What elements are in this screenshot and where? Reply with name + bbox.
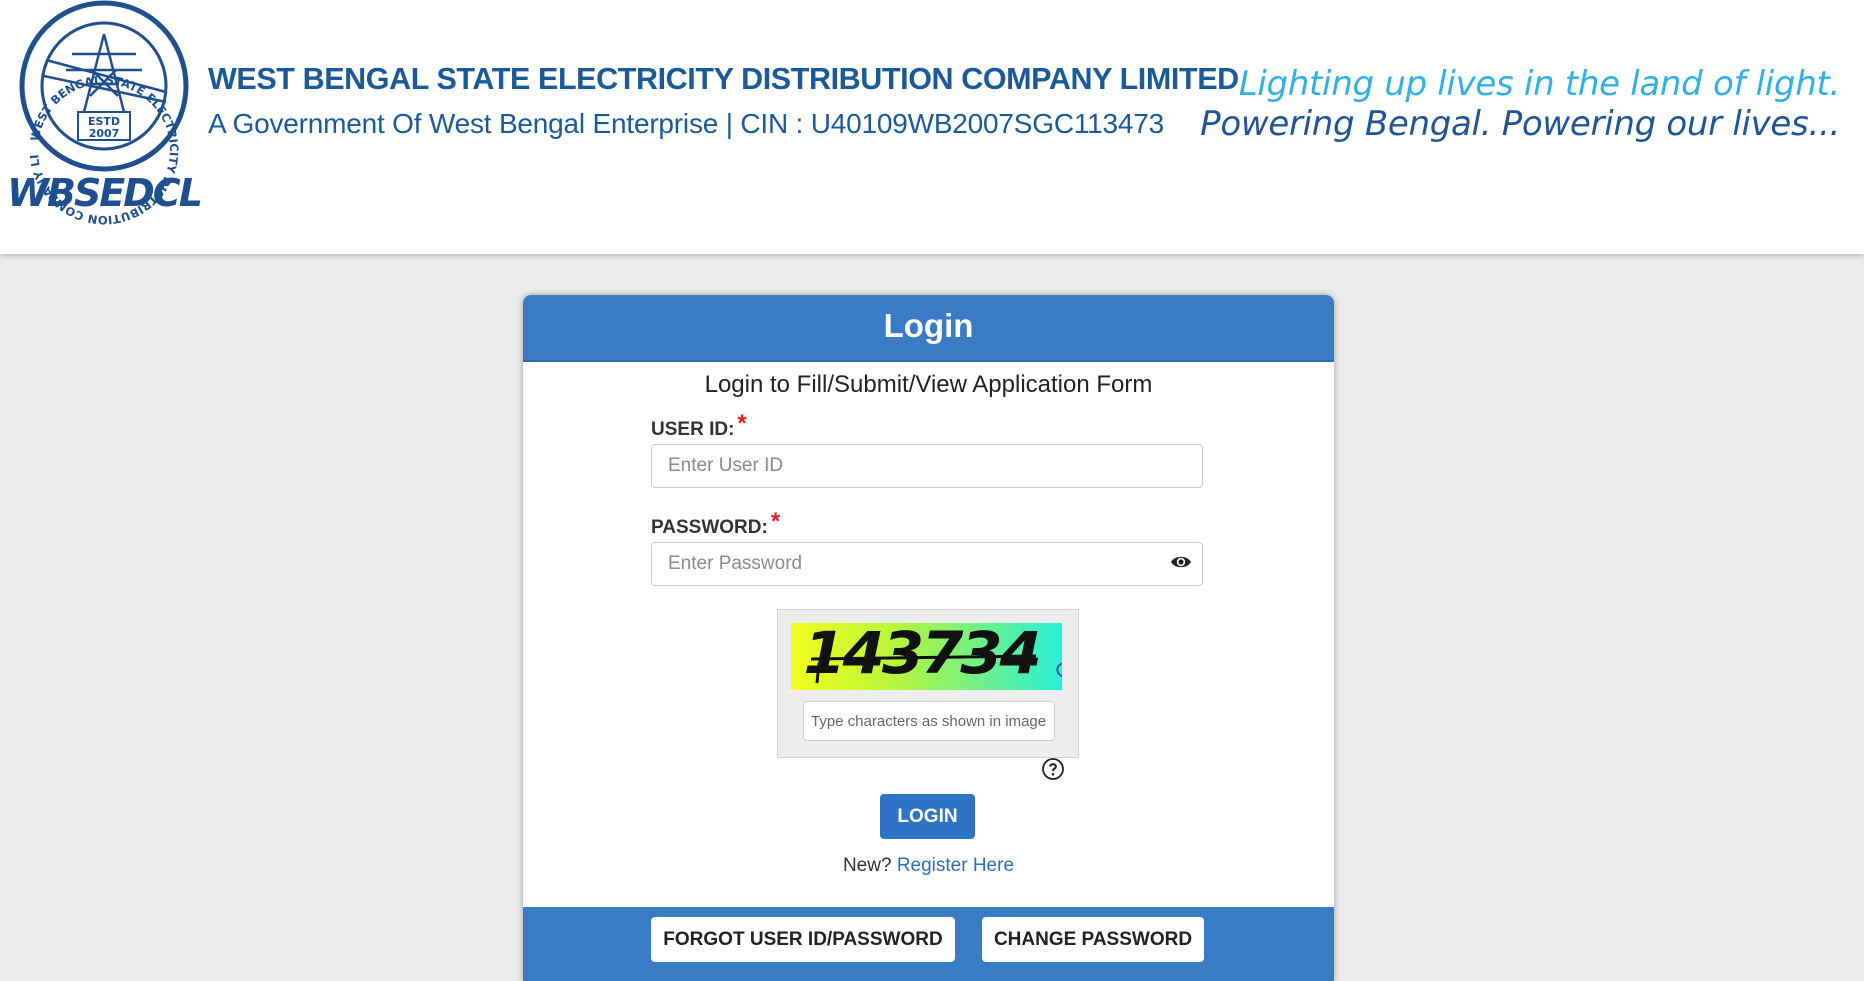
login-button[interactable]: LOGIN	[880, 794, 975, 839]
captcha-box: 143734	[777, 609, 1079, 758]
user-id-label-text: USER ID:	[651, 419, 735, 440]
captcha-input[interactable]	[803, 701, 1055, 741]
password-label: PASSWORD: *	[651, 508, 780, 540]
org-name: WEST BENGAL STATE ELECTRICITY DISTRIBUTI…	[208, 62, 1239, 96]
logo-wordmark: WBSEDCL	[7, 171, 201, 215]
question-circle-icon[interactable]	[1041, 757, 1065, 781]
change-password-button[interactable]: CHANGE PASSWORD	[982, 917, 1204, 962]
eye-icon[interactable]	[1170, 554, 1192, 570]
captcha-image: 143734	[791, 623, 1062, 690]
required-mark: *	[770, 508, 781, 535]
required-mark: *	[737, 410, 747, 437]
password-input[interactable]	[651, 542, 1203, 586]
user-id-input[interactable]	[651, 444, 1203, 488]
register-link[interactable]: Register Here	[897, 855, 1014, 876]
org-subtitle: A Government Of West Bengal Enterprise |…	[208, 108, 1165, 139]
captcha-noise-line	[810, 654, 1037, 684]
tagline-secondary: Powering Bengal. Powering our lives...	[1200, 104, 1840, 144]
login-subtitle: Login to Fill/Submit/View Application Fo…	[704, 371, 1153, 398]
login-card-footer: FORGOT USER ID/PASSWORD CHANGE PASSWORD	[523, 907, 1334, 981]
svg-text:2007: 2007	[89, 127, 120, 140]
wbsedcl-logo: WEST BENGAL STATE ELECTRICITY DISTRIBUTI…	[6, 0, 203, 227]
login-card: Login Login to Fill/Submit/View Applicat…	[523, 295, 1334, 981]
register-prompt: New? Register Here	[523, 855, 1334, 877]
new-user-text: New?	[842, 855, 892, 876]
user-id-label: USER ID: *	[651, 410, 747, 442]
login-title: Login	[523, 295, 1334, 362]
tagline-primary: Lighting up lives in the land of light.	[1238, 64, 1841, 104]
password-label-text: PASSWORD:	[651, 517, 768, 538]
refresh-icon[interactable]	[1055, 661, 1062, 679]
forgot-credentials-button[interactable]: FORGOT USER ID/PASSWORD	[651, 917, 955, 962]
site-header: WEST BENGAL STATE ELECTRICITY DISTRIBUTI…	[0, 0, 1864, 254]
